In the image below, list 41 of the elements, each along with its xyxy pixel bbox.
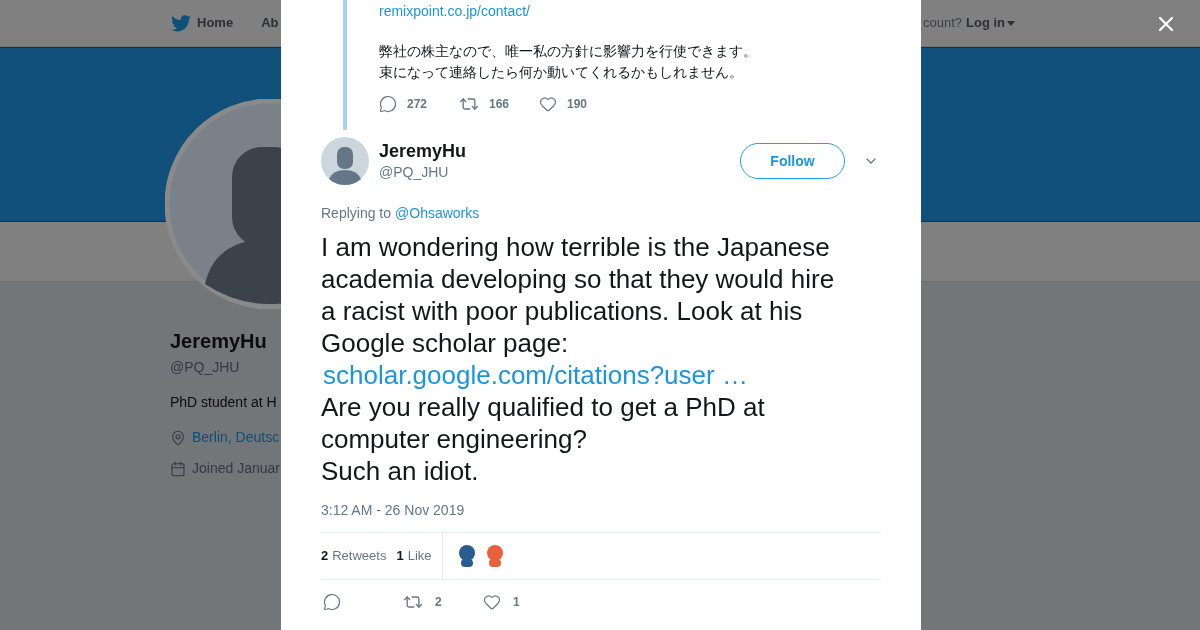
liker-avatar[interactable] (456, 544, 477, 568)
tweet-link[interactable]: scholar.google.com/citations?user … (321, 359, 748, 391)
action-count: 272 (407, 96, 428, 113)
caret-icon (1007, 20, 1015, 26)
calendar-icon (170, 460, 186, 477)
bird-icon (171, 14, 191, 32)
stat-count: 1 (396, 547, 404, 566)
action-count: 166 (489, 96, 510, 113)
tweet-link[interactable]: remixpoint.co.jp/contact/ (379, 1, 881, 21)
action-count: 2 (435, 594, 442, 611)
replying-label: Replying to (321, 204, 392, 222)
stat-label: Retweets (332, 547, 387, 566)
reply-icon[interactable] (323, 593, 341, 611)
tweet-text-line: 弊社の株主なので、唯一私の方針に影響力を行使できます。 (379, 42, 758, 61)
join-date: Joined Januar (192, 459, 280, 478)
nav-link[interactable]: Ab (261, 13, 279, 33)
liker-avatar[interactable] (484, 544, 505, 568)
tweet-text-line: 束になって連絡したら何か動いてくれるかもしれません。 (379, 63, 744, 82)
user-handle: @PQ_JHU (379, 163, 450, 182)
tweet-text: I am wondering how terrible is the Japanese academia developing so that they would hire a racist with poor publications. Look at his Google scholar page: (321, 231, 836, 359)
profile-handle: @PQ_JHU (170, 358, 240, 377)
stat-label: Like (407, 547, 432, 566)
nav-link[interactable]: Home (171, 13, 234, 33)
tweet-text: Such an idiot. (321, 455, 479, 487)
heart-icon[interactable] (483, 593, 501, 611)
reply-icon[interactable] (379, 95, 397, 113)
mention-link[interactable]: @Ohsaworks (395, 204, 480, 222)
login-prompt: count? (922, 14, 962, 33)
profile-name: JeremyHu (170, 329, 267, 353)
heart-icon[interactable] (539, 95, 557, 113)
stat-count: 2 (321, 547, 329, 566)
tweet-timestamp: 3:12 AM - 26 Nov 2019 (321, 501, 466, 519)
action-count: 190 (567, 96, 588, 113)
location-icon (170, 429, 186, 446)
tweet-text: Are you really qualified to get a PhD at computer engineering? (321, 391, 766, 455)
login-link[interactable]: Log in (966, 13, 1015, 33)
action-count: 1 (513, 594, 520, 611)
location-link[interactable]: Berlin, Deutsc (192, 427, 280, 448)
user-avatar (321, 137, 369, 185)
user-name: JeremyHu (379, 140, 467, 162)
profile-bio: PhD student at H (170, 393, 277, 412)
